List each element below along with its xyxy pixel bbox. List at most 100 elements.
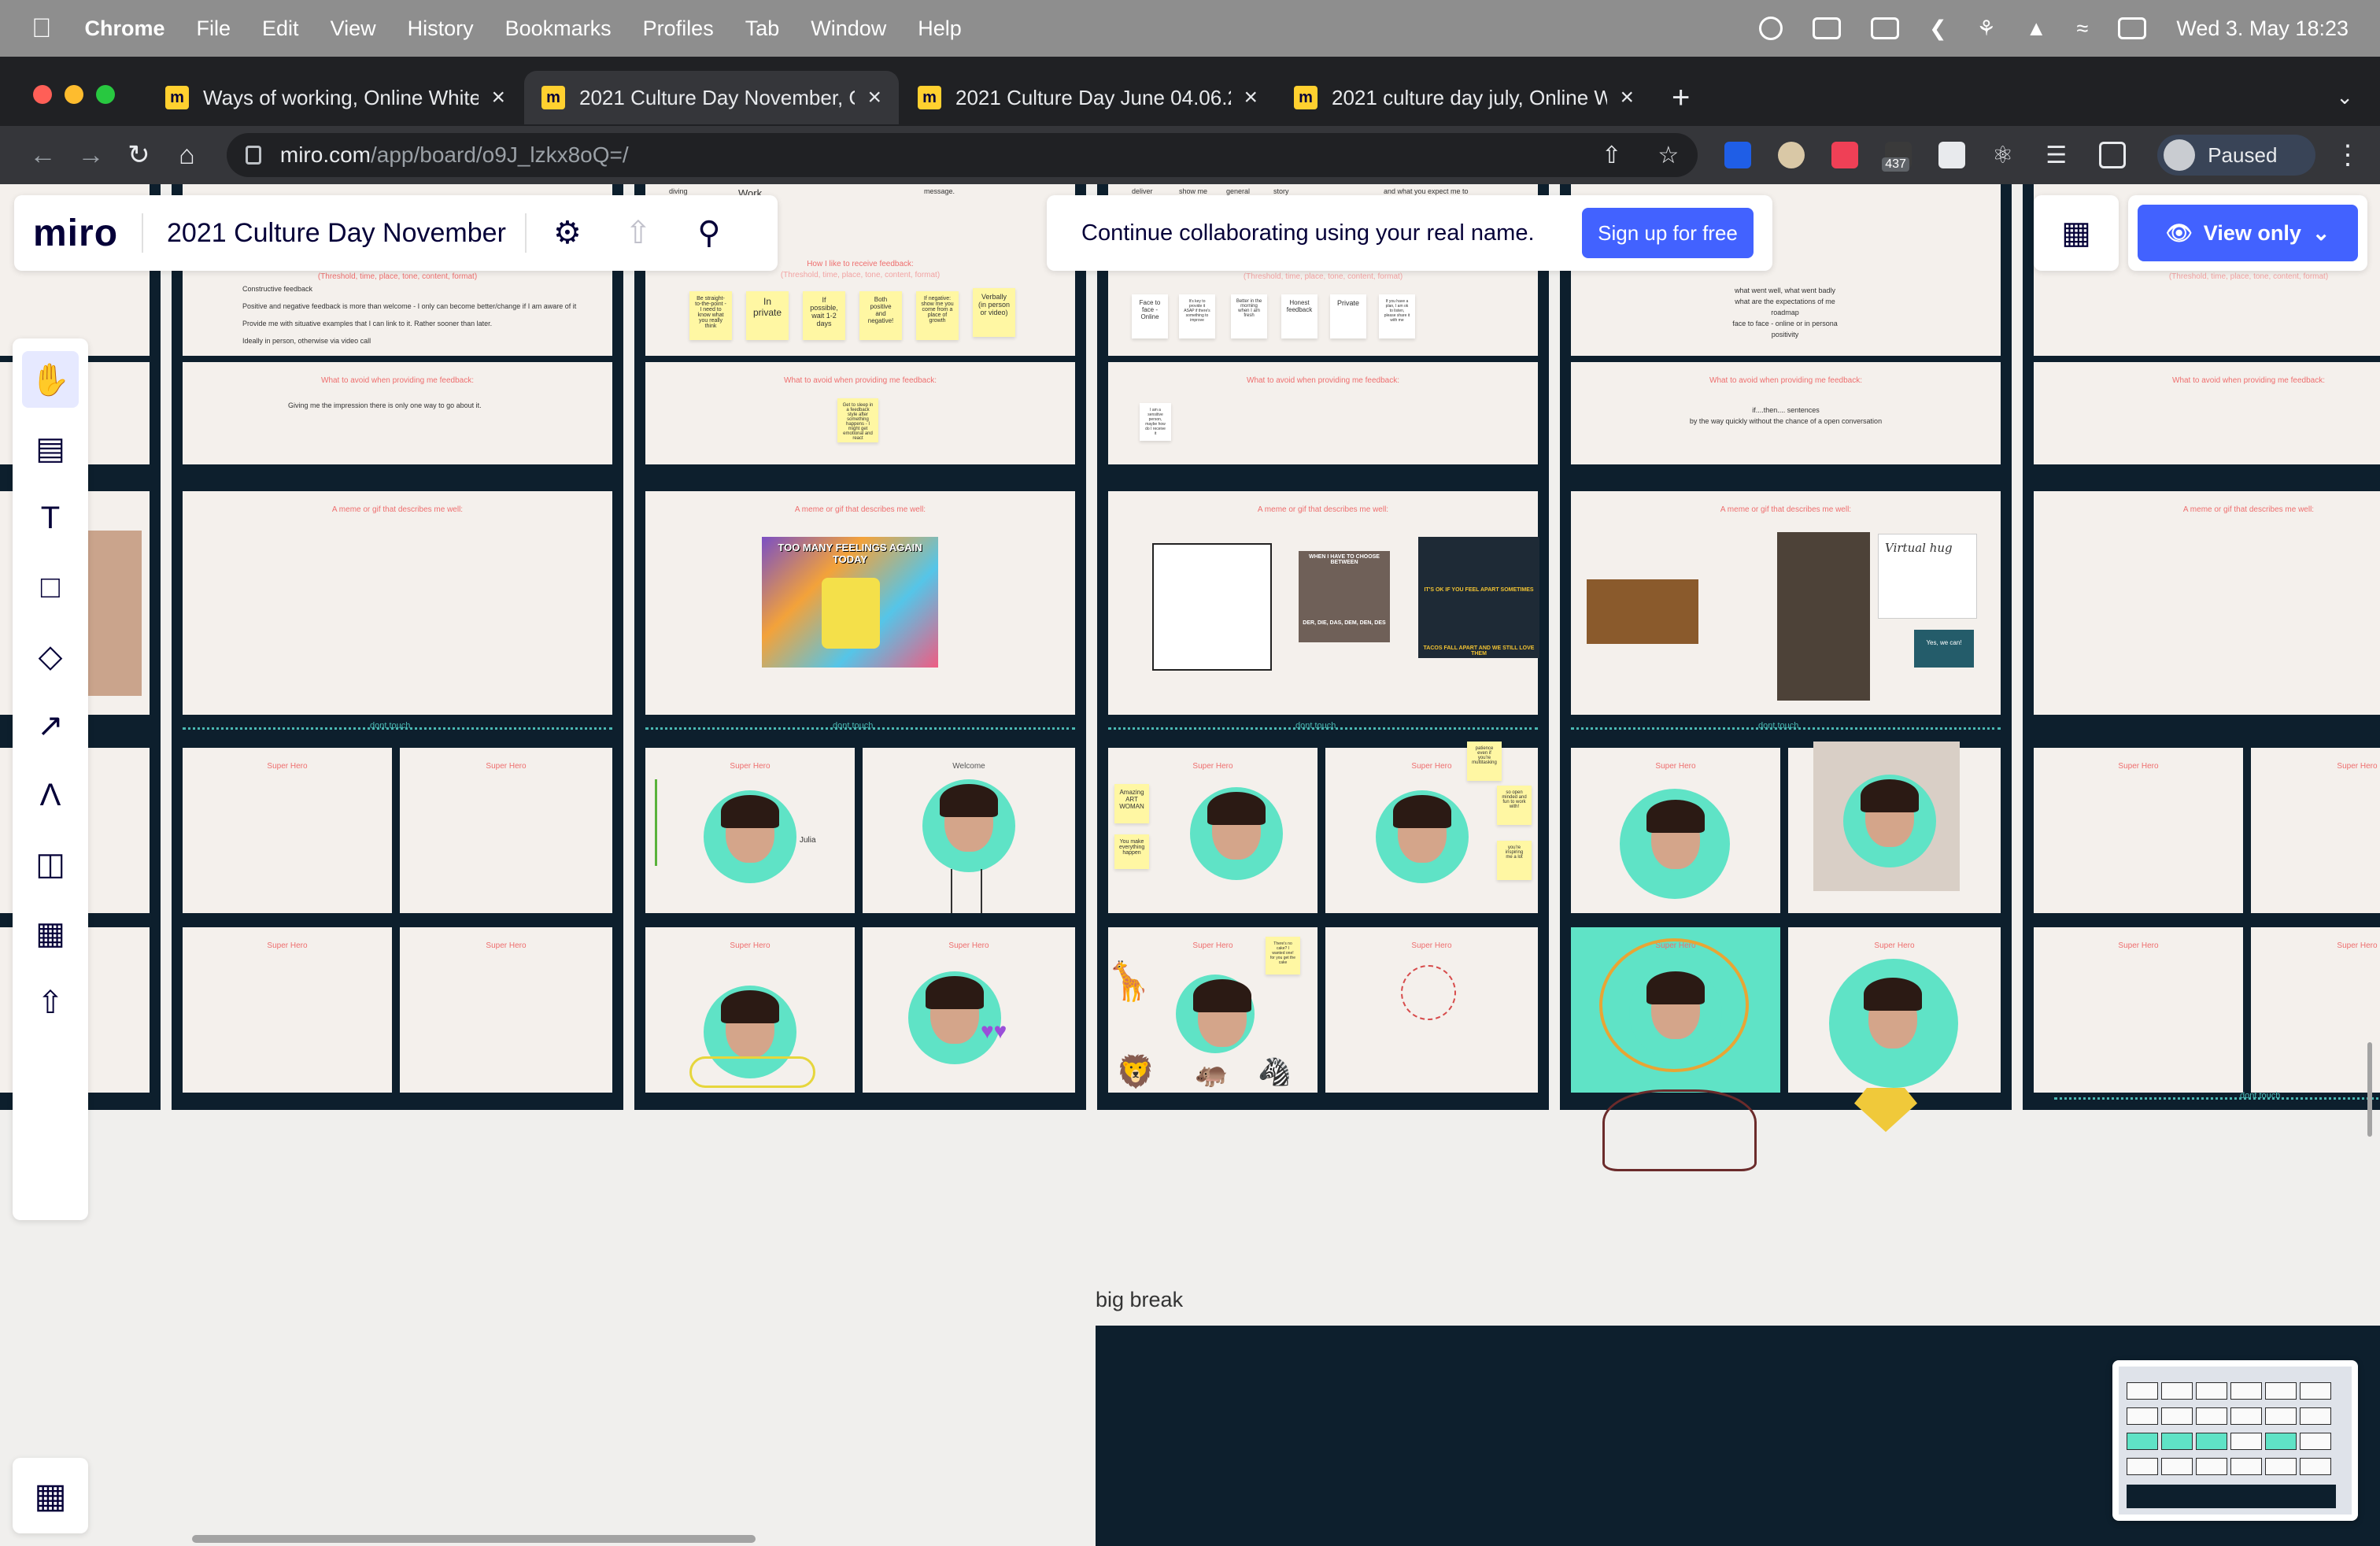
miro-board-canvas[interactable]: (Threshold, time, place, tone, content, …: [0, 184, 2380, 1546]
tab-culture-day-july[interactable]: m 2021 culture day july, Online W ×: [1277, 71, 1651, 124]
note-text: Constructive feedback: [242, 285, 313, 293]
hero-avatar: [1629, 967, 1722, 1060]
lock-icon[interactable]: [245, 146, 261, 165]
tab-search-chevron-icon[interactable]: ⌄: [2336, 85, 2353, 109]
note-text: message.: [924, 187, 955, 195]
reading-list-icon[interactable]: ☰: [2046, 142, 2072, 168]
home-button[interactable]: ⌂: [163, 140, 211, 171]
search-icon[interactable]: ⚲: [692, 216, 726, 250]
tab-close-icon[interactable]: ×: [1620, 84, 1634, 111]
horizontal-scrollbar[interactable]: [192, 1535, 756, 1543]
templates-tool-icon[interactable]: ◫: [22, 836, 79, 893]
bookmark-star-icon[interactable]: ☆: [1658, 142, 1679, 169]
sticky-note: you're inspiring me a lot: [1497, 841, 1532, 880]
keyboard-icon[interactable]: [1870, 17, 1899, 39]
wifi-icon[interactable]: ≈: [2077, 17, 2089, 41]
chrome-menu-icon[interactable]: ⋮: [2334, 139, 2361, 171]
control-center-icon[interactable]: [2118, 17, 2147, 39]
menu-profiles[interactable]: Profiles: [643, 17, 714, 41]
connection-line-tool-icon[interactable]: ↗: [22, 697, 79, 754]
window-close-button[interactable]: [33, 85, 52, 104]
reload-button[interactable]: ↻: [115, 139, 163, 171]
tab-culture-day-june[interactable]: m 2021 Culture Day June 04.06.2 ×: [900, 71, 1275, 124]
minimap-frame: [2196, 1433, 2227, 1450]
minimap-frame: [2196, 1407, 2227, 1425]
tab-close-icon[interactable]: ×: [491, 84, 505, 111]
menubar-datetime[interactable]: Wed 3. May 18:23: [2176, 17, 2349, 41]
menu-file[interactable]: File: [197, 17, 231, 41]
accessibility-icon[interactable]: ⚘: [1977, 17, 1996, 41]
share-icon[interactable]: ⇧: [1602, 142, 1621, 169]
export-upload-icon[interactable]: ⇧: [621, 216, 656, 250]
board-title[interactable]: 2021 Culture Day November: [167, 218, 506, 249]
menu-edit[interactable]: Edit: [262, 17, 299, 41]
view-only-label: View only: [2203, 220, 2301, 245]
sticky-note-tool-icon[interactable]: □: [22, 559, 79, 616]
extension-square-icon[interactable]: [1938, 142, 1966, 168]
hand-tool-icon[interactable]: ✋: [22, 351, 79, 408]
tab-title: 2021 Culture Day June 04.06.2: [955, 85, 1232, 109]
frame-tool-icon[interactable]: ▦: [22, 905, 79, 962]
shapes-tool-icon[interactable]: ◇: [22, 628, 79, 685]
frames-panel-icon[interactable]: ▦: [13, 1458, 88, 1533]
frame-hint: (Threshold, time, place, tone, content, …: [317, 272, 478, 281]
side-panel-icon[interactable]: [2099, 142, 2127, 168]
forward-button[interactable]: →: [67, 140, 115, 171]
tv-show-meme-image: [1587, 579, 1698, 644]
menu-app-chrome[interactable]: Chrome: [85, 17, 165, 41]
miro-logo[interactable]: miro: [33, 212, 118, 255]
chevron-left-icon[interactable]: ❮: [1929, 17, 1947, 41]
comment-tool-icon[interactable]: ▤: [22, 420, 79, 477]
address-bar[interactable]: miro.com /app/board/o9J_lzkx8oQ=/ ⇧ ☆: [226, 133, 1698, 177]
menu-bookmarks[interactable]: Bookmarks: [505, 17, 612, 41]
note-text: story: [1273, 187, 1289, 195]
upload-tool-icon[interactable]: ⇧: [22, 975, 79, 1031]
back-button[interactable]: ←: [19, 140, 67, 171]
vertical-scrollbar[interactable]: [2367, 1042, 2372, 1137]
pocket-extension-icon[interactable]: [1831, 142, 1859, 168]
minimap-frame: [2265, 1382, 2297, 1400]
extensions-puzzle-icon[interactable]: ⚛: [1992, 142, 2019, 168]
apps-shapes-icon[interactable]: ▦: [2034, 195, 2119, 271]
tab-close-icon[interactable]: ×: [1244, 84, 1258, 111]
dont-touch-label: dont touch: [2240, 1091, 2281, 1100]
note-text: what went well, what went badly: [1734, 287, 1836, 294]
pen-tool-icon[interactable]: Λ: [22, 767, 79, 823]
time-machine-icon[interactable]: [1758, 17, 1783, 40]
airplay-icon[interactable]: ▲: [2026, 17, 2047, 41]
minimap-frame: [2127, 1458, 2158, 1475]
crown-doodle: [689, 1056, 815, 1088]
apple-menu-icon[interactable]: : [31, 13, 52, 44]
text-tool-icon[interactable]: T: [22, 490, 79, 546]
extension-badge-icon[interactable]: 437: [1882, 142, 1913, 172]
new-tab-button[interactable]: +: [1672, 80, 1690, 116]
menu-tab[interactable]: Tab: [745, 17, 780, 41]
frame-label: What to avoid when providing me feedback…: [784, 376, 937, 385]
tab-culture-day-november[interactable]: m 2021 Culture Day November, O ×: [524, 71, 899, 124]
menu-window[interactable]: Window: [811, 17, 886, 41]
menu-help[interactable]: Help: [918, 17, 962, 41]
board-minimap[interactable]: [2112, 1360, 2358, 1521]
settings-gear-icon[interactable]: ⚙: [550, 216, 585, 250]
frame-label: A meme or gif that describes me well:: [1257, 505, 1389, 514]
avoid-frame: What to avoid when providing me feedback…: [1108, 362, 1538, 464]
battery-icon[interactable]: [1812, 17, 1841, 39]
extension-face-icon[interactable]: [1778, 142, 1805, 168]
sign-up-button[interactable]: Sign up for free: [1582, 208, 1754, 258]
menu-history[interactable]: History: [408, 17, 474, 41]
sticky-note: Be straight-to-the-point - I need to kno…: [689, 291, 732, 340]
profile-button[interactable]: Paused: [2157, 135, 2316, 176]
miro-favicon-icon: m: [1294, 86, 1318, 109]
big-break-label: big break: [1096, 1288, 1184, 1311]
body-doodle: [951, 869, 982, 913]
menu-view[interactable]: View: [331, 17, 376, 41]
note-text: general: [1226, 187, 1251, 195]
tab-close-icon[interactable]: ×: [867, 84, 881, 111]
bitwarden-extension-icon[interactable]: [1724, 142, 1752, 168]
view-only-button[interactable]: 👁 View only ⌄: [2138, 205, 2358, 261]
window-minimize-button[interactable]: [65, 85, 83, 104]
frame-label: A meme or gif that describes me well:: [794, 505, 926, 514]
tab-ways-of-working[interactable]: m Ways of working, Online Whitel ×: [148, 71, 523, 124]
window-zoom-button[interactable]: [96, 85, 115, 104]
spongebob-figure: [822, 578, 880, 649]
